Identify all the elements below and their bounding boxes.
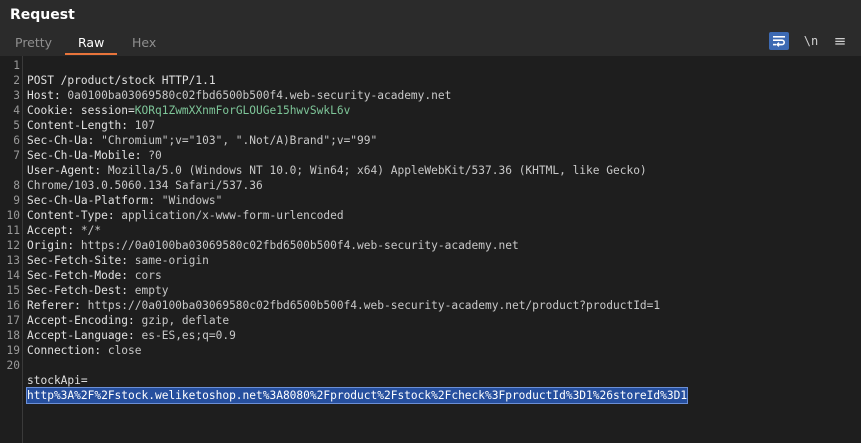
header-value: application/x-www-form-urlencoded bbox=[121, 209, 344, 222]
line-number: 9 bbox=[13, 194, 20, 207]
line-number: 20 bbox=[6, 359, 20, 372]
request-line: POST /product/stock HTTP/1.1 bbox=[23, 58, 216, 87]
header-line: Sec-Fetch-Mode: cors bbox=[23, 253, 162, 282]
header-value: same-origin bbox=[134, 254, 209, 267]
header-line: Sec-Fetch-Dest: empty bbox=[23, 268, 168, 297]
hamburger-menu-icon: ≡ bbox=[833, 32, 847, 50]
body-param-line: stockApi= bbox=[23, 358, 88, 387]
word-wrap-icon bbox=[773, 36, 785, 47]
cookie-session-value: KORq1ZwmXXnmForGLOUGe15hwvSwkL6v bbox=[134, 104, 351, 117]
line-number: 18 bbox=[6, 329, 20, 342]
line-number: 5 bbox=[13, 119, 20, 132]
tab-pretty[interactable]: Pretty bbox=[15, 35, 52, 50]
header-value: ?0 bbox=[148, 149, 162, 162]
body-param-value-line[interactable]: http%3A%2F%2Fstock.weliketoshop.net%3A80… bbox=[23, 373, 689, 404]
line-number: 12 bbox=[6, 239, 20, 252]
word-wrap-button[interactable] bbox=[769, 32, 789, 50]
line-number: 15 bbox=[6, 284, 20, 297]
header-value: https://0a0100ba03069580c02fbd6500b500f4… bbox=[87, 299, 661, 312]
header-line: Accept-Language: es-ES,es;q=0.9 bbox=[23, 313, 236, 342]
selected-stockapi-value[interactable]: http%3A%2F%2Fstock.weliketoshop.net%3A80… bbox=[25, 387, 689, 404]
header-name: Connection: bbox=[27, 344, 108, 357]
header-value: "Chromium";v="103", ".Not/A)Brand";v="99… bbox=[101, 134, 378, 147]
line-number: 2 bbox=[13, 74, 20, 87]
line-number: 3 bbox=[13, 89, 20, 102]
header-line: Sec-Ch-Ua-Platform: "Windows" bbox=[23, 178, 222, 207]
header-value: es-ES,es;q=0.9 bbox=[141, 329, 236, 342]
tab-raw[interactable]: Raw bbox=[78, 35, 104, 50]
header-line: Cookie: session=KORq1ZwmXXnmForGLOUGe15h… bbox=[23, 88, 350, 117]
header-value: close bbox=[107, 344, 142, 357]
header-line: Origin: https://0a0100ba03069580c02fbd65… bbox=[23, 223, 519, 252]
code-text-area[interactable]: POST /product/stock HTTP/1.1 Host: 0a010… bbox=[22, 56, 861, 443]
line-number-gutter: 1 2 3 4 5 6 7 8 9 10 11 12 13 14 15 16 1… bbox=[0, 56, 22, 443]
header-line: Accept: */* bbox=[23, 208, 101, 237]
header-line: Content-Type: application/x-www-form-url… bbox=[23, 193, 344, 222]
header-line: Sec-Fetch-Site: same-origin bbox=[23, 238, 209, 267]
header-line: Sec-Ch-Ua: "Chromium";v="103", ".Not/A)B… bbox=[23, 118, 377, 147]
raw-editor[interactable]: 1 2 3 4 5 6 7 8 9 10 11 12 13 14 15 16 1… bbox=[0, 56, 861, 443]
header-line: Host: 0a0100ba03069580c02fbd6500b500f4.w… bbox=[23, 73, 451, 102]
header-value: empty bbox=[134, 284, 169, 297]
newline-toggle-button[interactable]: \n bbox=[801, 32, 821, 50]
line-number: 19 bbox=[6, 344, 20, 357]
tab-hex[interactable]: Hex bbox=[132, 35, 156, 50]
header-value: 107 bbox=[134, 119, 155, 132]
line-number: 13 bbox=[6, 254, 20, 267]
header-line: Connection: close bbox=[23, 328, 142, 357]
header-value: gzip, deflate bbox=[141, 314, 230, 327]
line-number: 10 bbox=[6, 209, 20, 222]
header-value: Mozilla/5.0 (Windows NT 10.0; Win64; x64… bbox=[107, 164, 647, 177]
header-line-wrapped: Chrome/103.0.5060.134 Safari/537.36 bbox=[23, 163, 263, 192]
line-number: 14 bbox=[6, 269, 20, 282]
header-value: */* bbox=[80, 224, 102, 237]
header-line: User-Agent: Mozilla/5.0 (Windows NT 10.0… bbox=[23, 148, 647, 177]
line-number: 1 bbox=[13, 59, 20, 72]
header-line: Accept-Encoding: gzip, deflate bbox=[23, 298, 229, 327]
header-value: 0a0100ba03069580c02fbd6500b500f4.web-sec… bbox=[67, 89, 452, 102]
header-value: https://0a0100ba03069580c02fbd6500b500f4… bbox=[80, 239, 519, 252]
line-number: 16 bbox=[6, 299, 20, 312]
header-value: cors bbox=[134, 269, 162, 282]
panel-title: Request bbox=[10, 7, 75, 23]
line-number: 17 bbox=[6, 314, 20, 327]
active-tab-indicator bbox=[65, 53, 117, 55]
line-number: 11 bbox=[6, 224, 20, 237]
line-number: 6 bbox=[13, 134, 20, 147]
line-number: 4 bbox=[13, 104, 20, 117]
newline-toggle-icon: \n bbox=[803, 34, 819, 48]
header-line: Referer: https://0a0100ba03069580c02fbd6… bbox=[23, 283, 660, 312]
request-panel-header: Request bbox=[0, 0, 861, 30]
line-number: 7 bbox=[13, 149, 20, 162]
view-tabs: Pretty Raw Hex bbox=[0, 30, 861, 55]
menu-button[interactable]: ≡ bbox=[830, 32, 850, 50]
header-line: Content-Length: 107 bbox=[23, 103, 155, 132]
header-value: "Windows" bbox=[161, 194, 223, 207]
header-line: Sec-Ch-Ua-Mobile: ?0 bbox=[23, 133, 162, 162]
line-number: 8 bbox=[13, 179, 20, 192]
